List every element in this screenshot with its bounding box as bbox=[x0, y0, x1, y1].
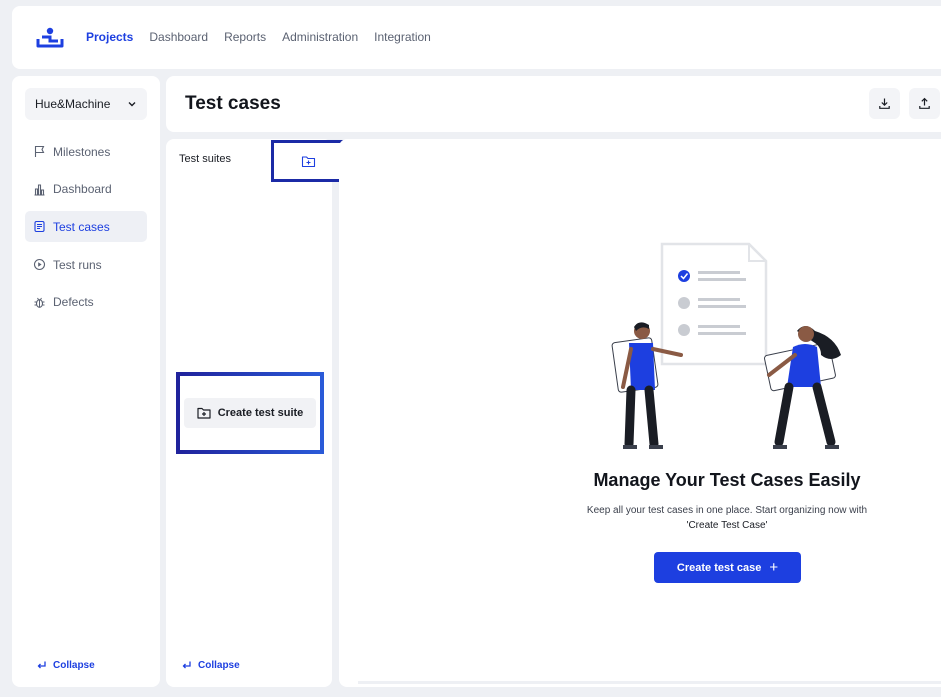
suites-collapse-button[interactable]: Collapse bbox=[181, 660, 240, 671]
return-arrow-icon bbox=[37, 661, 46, 669]
empty-state-description-line2: 'Create Test Case' bbox=[686, 520, 768, 531]
create-test-suite-label: Create test suite bbox=[217, 407, 304, 419]
test-suites-title: Test suites bbox=[179, 153, 231, 165]
folder-plus-icon bbox=[197, 407, 211, 419]
return-arrow-icon bbox=[182, 661, 191, 669]
page-header: Test cases bbox=[166, 76, 941, 132]
nav-dashboard[interactable]: Dashboard bbox=[149, 30, 208, 44]
flag-icon bbox=[34, 145, 45, 157]
page-title: Test cases bbox=[185, 93, 281, 114]
project-name: Hue&Machine bbox=[35, 97, 111, 111]
bottom-divider bbox=[358, 681, 941, 684]
nav-integration[interactable]: Integration bbox=[374, 30, 431, 44]
sidebar-item-defects[interactable]: Defects bbox=[25, 287, 147, 318]
play-circle-icon bbox=[33, 259, 46, 271]
plus-icon: + bbox=[769, 559, 779, 576]
download-icon bbox=[879, 98, 890, 109]
sidebar-item-label: Dashboard bbox=[53, 182, 112, 197]
test-cases-main-panel: Manage Your Test Cases Easily Keep all y… bbox=[339, 139, 941, 687]
empty-state-title: Manage Your Test Cases Easily bbox=[593, 470, 861, 490]
sidebar-item-label: Test runs bbox=[53, 257, 102, 272]
bug-icon bbox=[34, 297, 45, 308]
add-suite-button[interactable] bbox=[271, 140, 345, 182]
upload-button[interactable] bbox=[909, 88, 940, 119]
create-test-suite-button[interactable]: Create test suite bbox=[184, 398, 316, 428]
download-button[interactable] bbox=[869, 88, 900, 119]
sidebar-item-test-cases[interactable]: Test cases bbox=[25, 211, 147, 243]
sidebar-item-label: Test cases bbox=[53, 219, 110, 234]
document-icon bbox=[34, 221, 45, 233]
create-test-case-button[interactable]: Create test case + bbox=[654, 552, 801, 583]
bar-chart-icon bbox=[34, 184, 45, 196]
nav-projects[interactable]: Projects bbox=[86, 30, 133, 44]
upload-icon bbox=[919, 97, 930, 109]
empty-state-description-line1: Keep all your test cases in one place. S… bbox=[586, 505, 868, 516]
project-selector[interactable]: Hue&Machine bbox=[25, 88, 147, 120]
nav-reports[interactable]: Reports bbox=[224, 30, 266, 44]
empty-state-description: Keep all your test cases in one place. S… bbox=[559, 503, 895, 533]
collapse-label: Collapse bbox=[198, 660, 240, 671]
top-navigation-bar: Projects Dashboard Reports Administratio… bbox=[12, 6, 941, 69]
sidebar-menu: Milestones Dashboard Test cases Test run… bbox=[25, 136, 147, 324]
app-logo-icon[interactable] bbox=[36, 26, 64, 50]
nav-administration[interactable]: Administration bbox=[282, 30, 358, 44]
sidebar-item-test-runs[interactable]: Test runs bbox=[25, 249, 147, 280]
sidebar-collapse-button[interactable]: Collapse bbox=[36, 660, 95, 671]
collapse-label: Collapse bbox=[53, 660, 95, 671]
test-suites-panel: Test suites Create test suite Collapse bbox=[166, 139, 345, 687]
create-test-case-label: Create test case bbox=[676, 561, 762, 574]
sidebar-item-milestones[interactable]: Milestones bbox=[25, 136, 147, 167]
chevron-down-icon bbox=[128, 102, 136, 107]
create-test-suite-highlight: Create test suite bbox=[176, 372, 324, 454]
empty-state-illustration bbox=[611, 242, 841, 449]
sidebar-item-label: Defects bbox=[53, 295, 94, 310]
sidebar-item-label: Milestones bbox=[53, 144, 111, 159]
main-nav: Projects Dashboard Reports Administratio… bbox=[86, 30, 431, 44]
sidebar: Hue&Machine Milestones Dashboard Test ca… bbox=[12, 76, 160, 687]
folder-plus-icon bbox=[301, 155, 315, 167]
sidebar-item-dashboard[interactable]: Dashboard bbox=[25, 174, 147, 205]
